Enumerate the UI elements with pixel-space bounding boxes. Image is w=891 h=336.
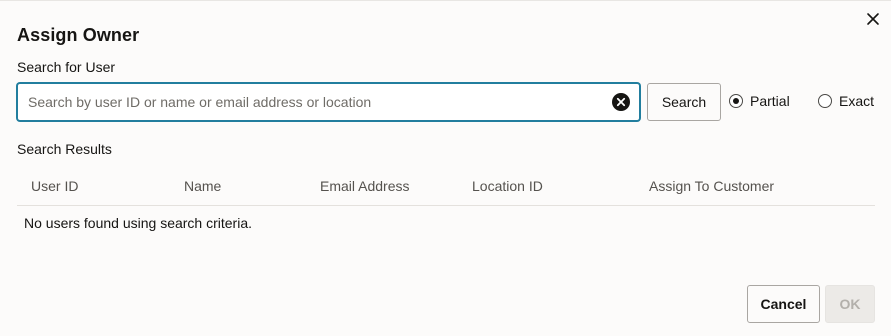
dialog-title: Assign Owner	[17, 25, 140, 45]
column-header-location-id[interactable]: Location ID	[472, 178, 543, 194]
radio-partial-label: Partial	[750, 93, 790, 109]
search-input[interactable]	[18, 84, 611, 120]
column-header-email[interactable]: Email Address	[320, 178, 409, 194]
search-results-label: Search Results	[17, 141, 112, 157]
radio-unchecked-icon	[818, 94, 832, 108]
ok-button[interactable]: OK	[825, 285, 875, 323]
radio-exact-label: Exact	[839, 93, 875, 109]
empty-results-message: No users found using search criteria.	[24, 215, 252, 231]
assign-owner-dialog: Assign Owner Search for User Search Part…	[0, 0, 891, 336]
column-header-user-id[interactable]: User ID	[31, 178, 78, 194]
clear-circle-icon[interactable]	[611, 92, 631, 112]
radio-partial[interactable]: Partial	[729, 93, 790, 109]
column-header-name[interactable]: Name	[184, 178, 221, 194]
radio-exact[interactable]: Exact	[818, 93, 874, 109]
search-label: Search for User	[17, 59, 116, 75]
close-icon	[866, 12, 880, 31]
search-button[interactable]: Search	[647, 83, 721, 121]
close-button[interactable]	[863, 11, 883, 31]
search-field[interactable]	[17, 83, 640, 121]
cancel-button[interactable]: Cancel	[747, 285, 820, 323]
radio-checked-icon	[729, 94, 743, 108]
column-header-assign-to-customer[interactable]: Assign To Customer	[649, 178, 774, 194]
results-table-header: User ID Name Email Address Location ID A…	[17, 171, 875, 206]
